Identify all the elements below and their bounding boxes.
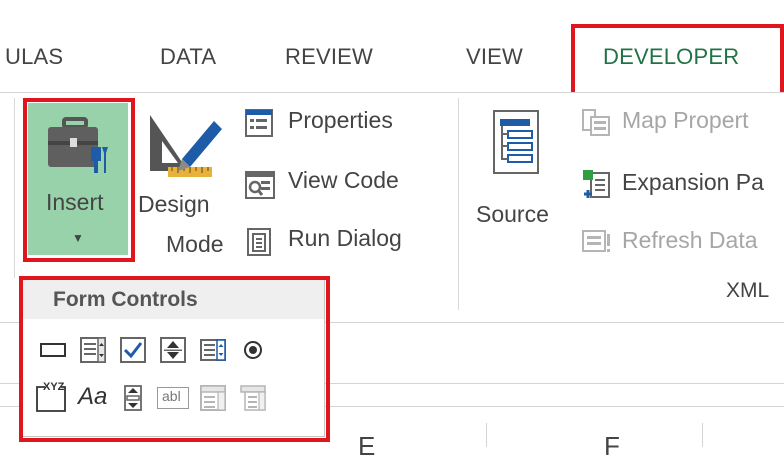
insert-button-highlight: [23, 98, 135, 262]
source-label: Source: [476, 201, 549, 227]
expansion-packs-button[interactable]: Expansion Pa: [578, 169, 784, 203]
expansion-packs-label: Expansion Pa: [622, 169, 764, 195]
design-mode-label-line1: Design: [138, 191, 210, 217]
expansion-packs-icon: [583, 170, 610, 198]
refresh-data-icon: [582, 230, 610, 252]
view-code-label: View Code: [288, 167, 399, 193]
tab-data[interactable]: DATA: [160, 44, 216, 70]
form-controls-highlight: [19, 276, 330, 442]
run-dialog-label: Run Dialog: [288, 225, 402, 251]
tab-formulas[interactable]: ULAS: [5, 44, 63, 70]
properties-icon: [245, 109, 273, 137]
refresh-data-button[interactable]: Refresh Data: [578, 227, 784, 261]
source-button[interactable]: Source: [470, 103, 572, 253]
group-separator: [14, 98, 15, 278]
design-mode-label-line2: Mode: [166, 231, 224, 257]
view-code-button[interactable]: View Code: [242, 167, 442, 201]
tab-review[interactable]: REVIEW: [285, 44, 373, 70]
xml-source-icon: [493, 110, 539, 174]
group-separator: [458, 98, 459, 310]
developer-tab-highlight: [571, 24, 784, 100]
run-dialog-icon: [247, 228, 271, 256]
column-divider: [486, 423, 487, 447]
map-properties-button[interactable]: Map Propert: [578, 107, 784, 141]
run-dialog-button[interactable]: Run Dialog: [242, 225, 442, 259]
properties-button[interactable]: Properties: [242, 107, 442, 141]
view-code-icon: [245, 171, 275, 199]
map-properties-label: Map Propert: [622, 107, 749, 133]
map-properties-icon: [582, 109, 610, 136]
design-mode-icon: [150, 115, 222, 177]
design-mode-button[interactable]: Design Mode: [138, 103, 230, 268]
tab-view[interactable]: VIEW: [466, 44, 523, 70]
refresh-data-label: Refresh Data: [622, 227, 758, 253]
column-divider: [702, 423, 703, 447]
xml-group-label: XML: [726, 279, 770, 302]
properties-label: Properties: [288, 107, 393, 133]
